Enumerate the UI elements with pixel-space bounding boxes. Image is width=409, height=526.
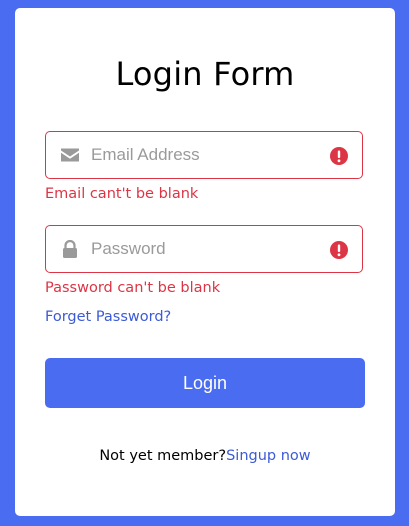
forgot-password-link[interactable]: Forget Password? [45, 307, 171, 327]
password-input[interactable] [91, 226, 321, 272]
email-input[interactable] [91, 132, 321, 178]
password-field[interactable] [45, 225, 363, 273]
exclamation-circle-icon [330, 147, 348, 165]
exclamation-circle-icon [330, 241, 348, 259]
signup-row: Not yet member?Singup now [15, 446, 395, 466]
email-error-message: Email cant't be blank [45, 186, 199, 202]
envelope-icon [61, 148, 79, 162]
signup-link[interactable]: Singup now [226, 448, 311, 464]
login-button[interactable]: Login [45, 358, 365, 408]
password-error-message: Password can't be blank [45, 280, 221, 296]
lock-icon [63, 240, 77, 258]
signup-prompt: Not yet member? [99, 448, 227, 464]
email-field[interactable] [45, 131, 363, 179]
login-card: Login Form Email cant't be blank Passwor… [15, 8, 395, 516]
form-title: Login Form [115, 55, 295, 93]
